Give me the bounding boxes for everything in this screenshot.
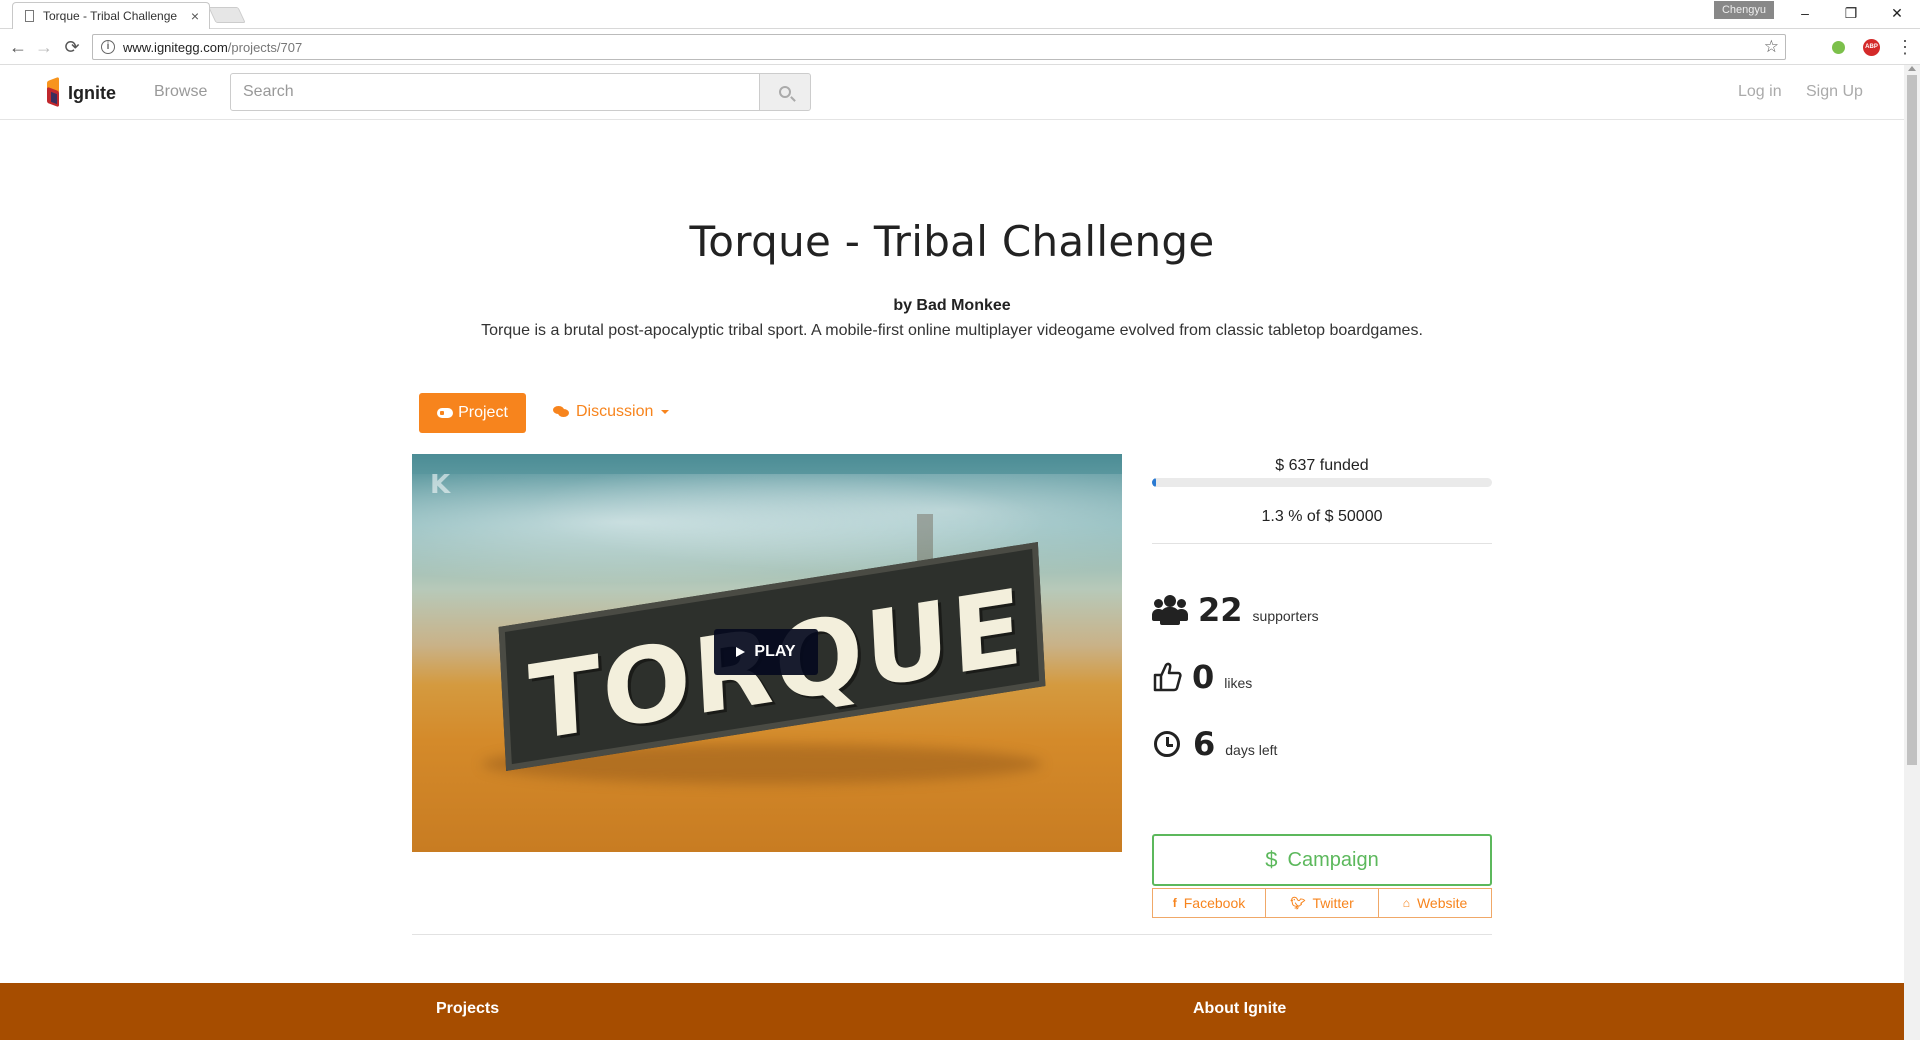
browser-window: Torque - Tribal Challenge × Chengyu – ❐ … <box>0 0 1920 1040</box>
brand-link[interactable]: Ignite <box>44 76 116 108</box>
supporters-stat: 22 supporters <box>1152 591 1319 629</box>
caret-down-icon <box>661 410 670 414</box>
campaign-label: Campaign <box>1287 848 1379 871</box>
supporters-label: supporters <box>1252 608 1319 624</box>
facebook-button[interactable]: f Facebook <box>1152 888 1266 918</box>
funding-percent: 1.3 % of $ 50000 <box>1261 508 1383 525</box>
ignite-logo-icon <box>44 76 62 108</box>
tab-discussion-label: Discussion <box>576 403 654 420</box>
scrollbar-thumb[interactable] <box>1907 75 1917 765</box>
site-header: Ignite Browse Search Log in Sign Up <box>0 65 1904 120</box>
dollar-icon: $ <box>1265 847 1278 872</box>
play-button[interactable]: PLAY <box>714 629 818 675</box>
divider <box>1152 543 1492 544</box>
forward-button[interactable]: → <box>32 35 56 59</box>
thumbs-up-icon <box>1153 662 1182 692</box>
profile-badge[interactable]: Chengyu <box>1714 1 1774 19</box>
clock-icon <box>1154 731 1180 757</box>
tab-project-label: Project <box>458 404 508 421</box>
facebook-icon: f <box>1172 896 1177 910</box>
tab-title: Torque - Tribal Challenge <box>43 9 178 23</box>
tab-project[interactable]: Project <box>419 393 526 433</box>
funding-progress-fill <box>1152 478 1157 487</box>
minimize-button[interactable]: – <box>1782 0 1828 26</box>
likes-count: 0 <box>1192 658 1215 696</box>
back-button[interactable]: ← <box>6 35 30 59</box>
login-link[interactable]: Log in <box>1738 83 1782 101</box>
signup-link[interactable]: Sign Up <box>1806 83 1863 101</box>
browser-menu-icon[interactable]: ⋮ <box>1896 35 1914 59</box>
days-left-label: days left <box>1225 742 1278 758</box>
document-icon <box>25 10 34 22</box>
restore-button[interactable]: ❐ <box>1828 0 1874 26</box>
video-player[interactable]: K TORQUE PLAY <box>412 454 1122 852</box>
url-text: www.ignitegg.com/projects/707 <box>123 40 1764 55</box>
home-icon: ⌂ <box>1402 896 1410 910</box>
project-title: Torque - Tribal Challenge <box>689 217 1215 266</box>
supporters-count: 22 <box>1198 591 1243 629</box>
scroll-up-arrow-icon[interactable] <box>1908 66 1916 71</box>
search-button[interactable] <box>759 73 811 111</box>
funding-progress-bar <box>1152 478 1492 487</box>
users-icon <box>1152 593 1188 627</box>
twitter-button[interactable]: 🐦︎ Twitter <box>1266 888 1379 918</box>
funded-amount: $ 637 funded <box>1275 457 1369 474</box>
page-viewport: Ignite Browse Search Log in Sign Up Torq… <box>0 65 1904 1040</box>
share-links: f Facebook 🐦︎ Twitter ⌂ Website <box>1152 888 1492 918</box>
new-tab-button[interactable] <box>208 7 246 23</box>
project-author: by Bad Monkee <box>893 297 1011 314</box>
tab-close-icon[interactable]: × <box>191 8 199 24</box>
close-window-button[interactable]: ✕ <box>1874 0 1920 26</box>
address-bar-row: ← → ⟳ i www.ignitegg.com/projects/707 ☆ … <box>0 29 1920 65</box>
info-icon[interactable]: i <box>101 40 115 54</box>
facebook-label: Facebook <box>1183 895 1246 911</box>
search-input[interactable]: Search <box>230 73 760 111</box>
site-footer: Projects About Ignite <box>0 983 1904 1040</box>
reload-button[interactable]: ⟳ <box>60 35 84 59</box>
twitter-icon: 🐦︎ <box>1290 896 1306 910</box>
kickstarter-logo-icon: K <box>430 470 451 500</box>
search-icon <box>779 86 791 98</box>
days-left-stat: 6 days left <box>1152 725 1277 763</box>
browser-tab[interactable]: Torque - Tribal Challenge × <box>12 2 210 29</box>
tab-strip: Torque - Tribal Challenge × Chengyu – ❐ … <box>0 0 1920 29</box>
play-label: PLAY <box>754 643 796 660</box>
days-left-count: 6 <box>1193 725 1216 763</box>
bookmark-star-icon[interactable]: ☆ <box>1764 37 1779 57</box>
website-button[interactable]: ⌂ Website <box>1379 888 1492 918</box>
campaign-button[interactable]: $ Campaign <box>1152 834 1492 886</box>
play-icon <box>736 647 746 657</box>
url-bar[interactable]: i www.ignitegg.com/projects/707 ☆ <box>92 34 1786 60</box>
divider <box>412 934 1492 935</box>
url-path: /projects/707 <box>227 39 303 55</box>
comments-icon <box>553 406 569 418</box>
footer-projects-title: Projects <box>436 1000 500 1017</box>
twitter-label: Twitter <box>1312 895 1354 911</box>
project-description: Torque is a brutal post-apocalyptic trib… <box>481 322 1423 339</box>
url-host: www.ignitegg.com <box>123 39 228 55</box>
extension-green-icon[interactable] <box>1832 41 1845 54</box>
likes-stat: 0 likes <box>1152 658 1252 696</box>
footer-about-title: About Ignite <box>1193 1000 1287 1017</box>
likes-label: likes <box>1224 675 1253 691</box>
tab-discussion[interactable]: Discussion <box>553 403 670 421</box>
gamepad-icon <box>437 408 454 418</box>
website-label: Website <box>1416 895 1468 911</box>
nav-browse-link[interactable]: Browse <box>154 83 207 101</box>
page-scrollbar[interactable] <box>1904 65 1920 1040</box>
adblock-icon[interactable]: ABP <box>1863 39 1880 56</box>
brand-name: Ignite <box>68 82 116 103</box>
